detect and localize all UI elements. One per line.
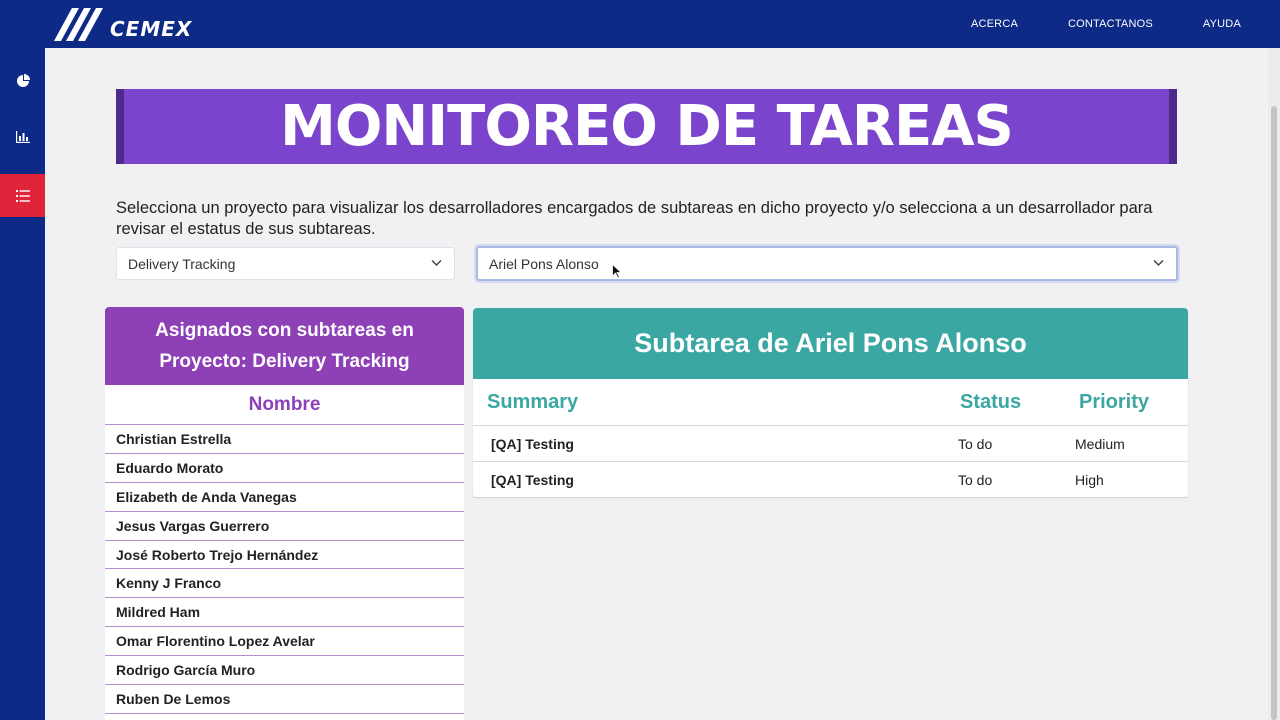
task-list-icon: [15, 189, 30, 202]
subtask-status: To do: [958, 436, 993, 452]
priority-column-header: Priority: [1079, 391, 1150, 413]
subtask-priority: High: [1075, 472, 1104, 488]
subtask-summary: [QA] Testing: [491, 436, 574, 452]
developer-row[interactable]: Christian Estrella: [105, 425, 464, 454]
sidebar-item-dashboard[interactable]: [0, 59, 45, 102]
developer-row[interactable]: Rodrigo García Muro: [105, 656, 464, 686]
summary-column-header: Summary: [487, 391, 579, 413]
subtasks-card: Subtarea de Ariel Pons Alonso Summary St…: [473, 308, 1188, 498]
mouse-cursor-icon: [612, 264, 622, 279]
page-banner: MONITOREO DE TAREAS: [116, 89, 1177, 164]
cemex-logo[interactable]: CEMEX: [54, 8, 192, 42]
top-nav: ACERCA CONTACTANOS AYUDA: [921, 0, 1241, 48]
page-scrollbar[interactable]: [1268, 48, 1280, 720]
developer-row[interactable]: Kenny J Franco: [105, 569, 464, 599]
sidebar-item-tasks[interactable]: [0, 174, 45, 217]
cemex-logo-stripes-icon: [54, 8, 103, 41]
page-title: MONITOREO DE TAREAS: [280, 94, 1014, 159]
developer-row[interactable]: Eduardo Morato: [105, 454, 464, 483]
scrollbar-thumb[interactable]: [1271, 106, 1277, 720]
subtasks-header-row: Summary Status Priority: [473, 379, 1188, 426]
chevron-down-icon: [1153, 259, 1164, 267]
developer-select[interactable]: Ariel Pons Alonso: [476, 246, 1178, 281]
status-column-header: Status: [960, 391, 1022, 413]
developer-row[interactable]: Jesus Vargas Guerrero: [105, 512, 464, 541]
developer-select-value: Ariel Pons Alonso: [489, 255, 599, 272]
project-select[interactable]: Delivery Tracking: [116, 247, 455, 280]
instructions-text: Selecciona un proyecto para visualizar l…: [116, 199, 1153, 238]
subtasks-card-title: Subtarea de Ariel Pons Alonso: [473, 308, 1188, 379]
developer-row[interactable]: José Roberto Trejo Hernández: [105, 541, 464, 570]
subtask-status: To do: [958, 472, 993, 488]
sidebar-item-reports[interactable]: [0, 115, 45, 158]
sidebar: [0, 48, 45, 720]
nav-ayuda[interactable]: AYUDA: [1203, 18, 1241, 30]
nav-contactanos[interactable]: CONTACTANOS: [1068, 18, 1153, 30]
assigned-card-title: Asignados con subtareas en Proyecto: Del…: [105, 307, 464, 385]
subtask-row[interactable]: [QA] Testing To do Medium: [473, 426, 1188, 462]
developer-row[interactable]: Ruben De Lemos: [105, 685, 464, 714]
subtask-row[interactable]: [QA] Testing To do High: [473, 462, 1188, 498]
subtask-summary: [QA] Testing: [491, 472, 574, 488]
chevron-down-icon: [431, 259, 442, 267]
logo-text: CEMEX: [110, 17, 193, 41]
assigned-developers-card: Asignados con subtareas en Proyecto: Del…: [105, 307, 464, 720]
assigned-title-line2: Proyecto: Delivery Tracking: [159, 351, 410, 372]
top-navbar: CEMEX ACERCA CONTACTANOS AYUDA: [0, 0, 1280, 48]
bar-chart-icon: [15, 130, 30, 143]
name-column-header: Nombre: [105, 385, 464, 425]
pie-chart-icon: [16, 73, 30, 87]
project-select-value: Delivery Tracking: [128, 255, 236, 272]
developer-row[interactable]: Omar Florentino Lopez Avelar: [105, 627, 464, 657]
developer-row[interactable]: Elizabeth de Anda Vanegas: [105, 483, 464, 512]
subtask-priority: Medium: [1075, 436, 1125, 452]
assigned-title-line1: Asignados con subtareas en: [155, 320, 414, 341]
nav-acerca[interactable]: ACERCA: [971, 18, 1018, 30]
developer-row[interactable]: Mildred Ham: [105, 598, 464, 628]
